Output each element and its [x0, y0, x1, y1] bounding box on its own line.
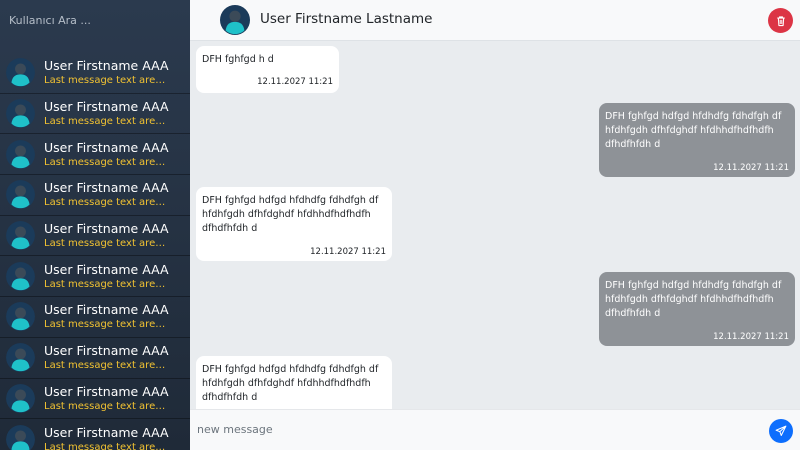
- search-box: [0, 0, 190, 40]
- contact-name: User Firstname AAA: [44, 180, 169, 196]
- contact-last-message: Last message text areasf...: [44, 197, 166, 209]
- contact-last-message: Last message text areasf...: [44, 441, 166, 450]
- contact-last-message: Last message text areasf...: [44, 400, 166, 412]
- contact-text: User Firstname AAA Last message text are…: [44, 384, 184, 413]
- message-time: 12.11.2027 11:21: [713, 332, 789, 342]
- avatar-icon: [6, 343, 35, 372]
- contact-text: User Firstname AAA Last message text are…: [44, 425, 184, 450]
- contact-text: User Firstname AAA Last message text are…: [44, 180, 184, 209]
- contact-item[interactable]: User Firstname AAA Last message text are…: [0, 256, 190, 298]
- contact-item[interactable]: User Firstname AAA Last message text are…: [0, 379, 190, 420]
- contact-text: User Firstname AAA Last message text are…: [44, 140, 184, 169]
- contact-last-message: Last message text areasf...: [44, 156, 166, 168]
- contact-name: User Firstname AAA: [44, 383, 169, 399]
- message-text: DFH fghfgd hdfgd hfdhdfg fdhdfgh df hfdh…: [202, 364, 379, 403]
- contact-item[interactable]: User Firstname AAA Last message text are…: [0, 419, 190, 450]
- contact-item[interactable]: User Firstname AAA Last message text are…: [0, 175, 190, 216]
- contact-text: User Firstname AAA Last message text are…: [44, 262, 184, 291]
- contact-last-message: Last message text areasf...: [44, 319, 166, 331]
- avatar-icon: [6, 425, 35, 450]
- avatar-icon: [6, 99, 35, 128]
- contact-name: User Firstname AAA: [44, 139, 169, 155]
- message-time: 12.11.2027 11:21: [257, 77, 333, 87]
- contact-last-message: Last message text areasf...: [44, 278, 166, 290]
- trash-icon: [776, 15, 785, 26]
- message-composer: [190, 409, 800, 450]
- send-icon: [775, 425, 787, 437]
- contact-name: User Firstname AAA: [44, 99, 169, 115]
- message-area: DFH fghfgd h d 12.11.2027 11:21 DFH fghf…: [190, 41, 800, 409]
- contact-text: User Firstname AAA Last message text are…: [44, 302, 184, 331]
- message-text: DFH fghfgd hdfgd hfdhdfg fdhdfgh df hfdh…: [202, 195, 379, 234]
- contact-item[interactable]: User Firstname AAA Last message text are…: [0, 297, 190, 338]
- contact-item[interactable]: User Firstname AAA Last message text are…: [0, 53, 190, 94]
- incoming-message: DFH fghfgd h d 12.11.2027 11:21: [196, 46, 339, 93]
- sidebar: User Firstname AAA Last message text are…: [0, 0, 190, 450]
- send-button[interactable]: [769, 419, 793, 443]
- message-time: 12.11.2027 11:21: [310, 247, 386, 257]
- avatar-icon: [6, 221, 35, 250]
- avatar-icon: [6, 180, 35, 209]
- contact-name: User Firstname AAA: [44, 58, 169, 74]
- contact-item[interactable]: User Firstname AAA Last message text are…: [0, 94, 190, 135]
- avatar-icon: [6, 384, 35, 413]
- contact-name: User Firstname AAA: [44, 261, 169, 277]
- contact-name: User Firstname AAA: [44, 302, 169, 318]
- incoming-message: DFH fghfgd hdfgd hfdhdfg fdhdfgh df hfdh…: [196, 187, 392, 261]
- contact-last-message: Last message text areasf...: [44, 116, 166, 128]
- contact-text: User Firstname AAA Last message text are…: [44, 99, 184, 128]
- contact-list: User Firstname AAA Last message text are…: [0, 53, 190, 450]
- avatar-icon: [6, 58, 35, 87]
- user-search-input[interactable]: [9, 13, 179, 27]
- outgoing-message: DFH fghfgd hdfgd hfdhdfg fdhdfgh df hfdh…: [599, 272, 795, 346]
- new-message-input[interactable]: [197, 417, 757, 441]
- avatar-icon: [6, 140, 35, 169]
- avatar-icon: [6, 262, 35, 291]
- contact-text: User Firstname AAA Last message text are…: [44, 343, 184, 372]
- outgoing-message: DFH fghfgd hdfgd hfdhdfg fdhdfgh df hfdh…: [599, 103, 795, 177]
- contact-last-message: Last message text areasf...: [44, 75, 166, 87]
- message-time: 12.11.2027 11:21: [713, 163, 789, 173]
- message-text: DFH fghfgd h d: [202, 54, 274, 65]
- incoming-message: DFH fghfgd hdfgd hfdhdfg fdhdfgh df hfdh…: [196, 356, 392, 409]
- delete-chat-button[interactable]: [768, 8, 793, 33]
- chat-header: User Firstname Lastname: [190, 0, 800, 41]
- contact-name: User Firstname AAA: [44, 424, 169, 440]
- contact-last-message: Last message text areasf...: [44, 238, 166, 250]
- contact-name: User Firstname AAA: [44, 221, 169, 237]
- contact-text: User Firstname AAA Last message text are…: [44, 58, 184, 87]
- chat-title: User Firstname Lastname: [260, 11, 433, 27]
- contact-item[interactable]: User Firstname AAA Last message text are…: [0, 134, 190, 176]
- message-text: DFH fghfgd hdfgd hfdhdfg fdhdfgh df hfdh…: [605, 280, 782, 319]
- contact-item[interactable]: User Firstname AAA Last message text are…: [0, 216, 190, 257]
- contact-item[interactable]: User Firstname AAA Last message text are…: [0, 338, 190, 379]
- contact-last-message: Last message text areasf...: [44, 360, 166, 372]
- message-text: DFH fghfgd hdfgd hfdhdfg fdhdfgh df hfdh…: [605, 111, 782, 150]
- contact-text: User Firstname AAA Last message text are…: [44, 221, 184, 250]
- contact-name: User Firstname AAA: [44, 343, 169, 359]
- avatar-icon: [6, 302, 35, 331]
- avatar-icon: [220, 5, 250, 35]
